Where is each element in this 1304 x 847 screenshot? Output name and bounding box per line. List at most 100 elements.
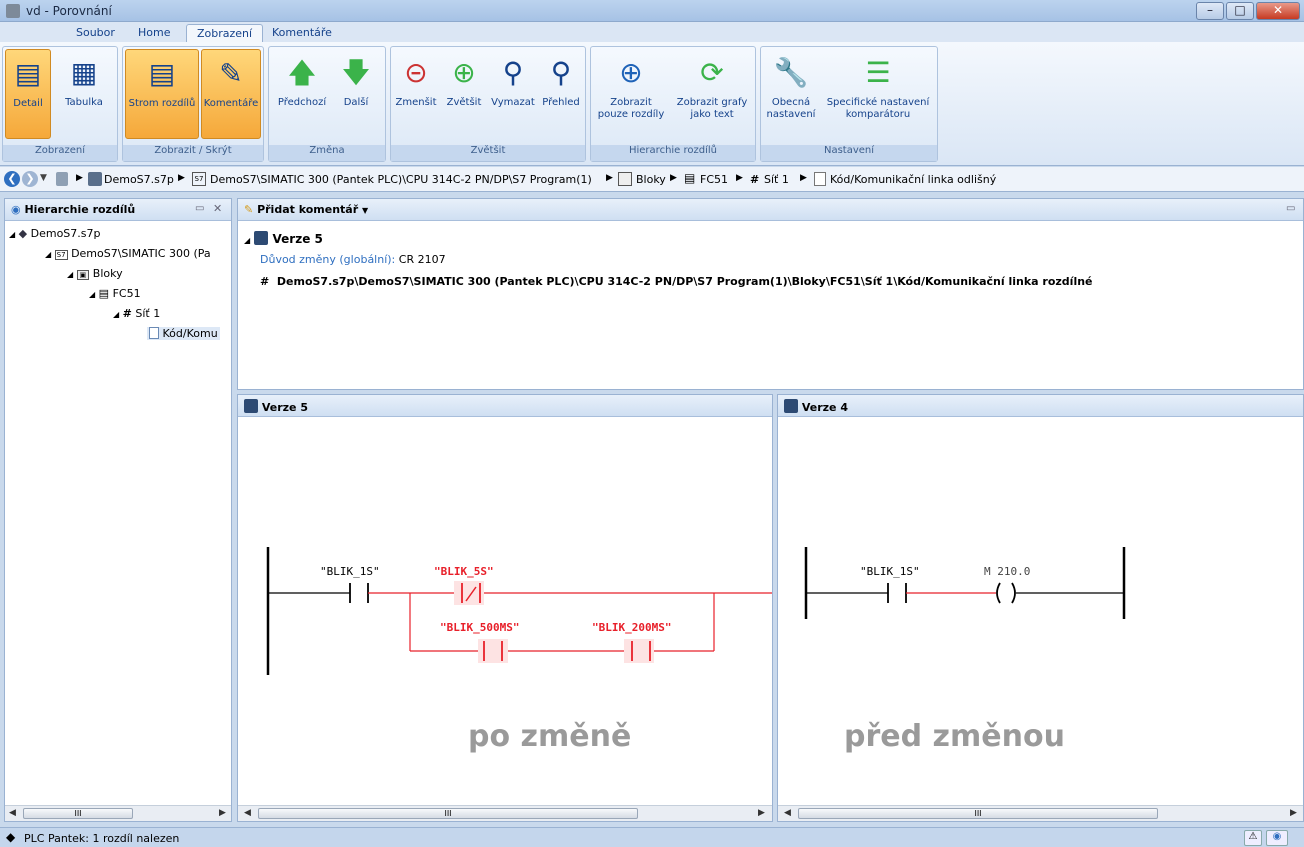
expand-icon[interactable]: ◢ [244,236,250,245]
scroll-thumb[interactable]: III [258,808,638,819]
detail-button[interactable]: ▤ Detail [5,49,51,139]
wrench-icon: 🔧 [773,56,809,89]
tab-zobrazeni[interactable]: Zobrazení [186,24,264,42]
reason-label: Důvod změny (globální): [260,253,396,266]
chevron-down-icon[interactable]: ▼ [362,206,368,215]
tabulka-button[interactable]: ▦ Tabulka [53,49,115,139]
scroll-thumb[interactable]: III [23,808,133,819]
crumb-separator-icon: ▶ [606,173,613,183]
diff-path-row[interactable]: # DemoS7.s7p\DemoS7\SIMATIC 300 (Pantek … [260,275,1093,288]
scroll-left-icon[interactable]: ◀ [9,808,16,818]
group-nastaveni: 🔧 Obecná nastavení ☰ Specifické nastavení ko… [760,46,938,162]
station-icon: S7 [192,172,206,186]
scroll-left-icon[interactable]: ◀ [244,808,251,818]
comment-pane-header: ✎ Přidat komentář ▼ [238,199,1303,221]
diff-highlight [478,639,508,663]
obecna-nastaveni-button[interactable]: 🔧 Obecná nastavení [763,49,819,139]
version-label: Verze 5 [272,232,323,246]
zvetsit-button[interactable]: ⊕ Zvětšit [441,49,487,139]
status-bar: ◆ PLC Pantek: 1 rozdíl nalezen ⚠ ◉ [0,827,1304,847]
crumb-separator-icon: ▶ [670,173,677,183]
forward-icon[interactable]: ❯ [22,171,38,187]
hierarchy-pane: ◉ Hierarchie rozdílů ▭ ✕ ◢ ◆ DemoS7.s7p … [4,198,232,822]
diff-toggle-icon[interactable]: ◉ [1266,830,1288,846]
arrow-up-icon: 🡅 [287,56,317,89]
scroll-right-icon[interactable]: ▶ [219,808,226,818]
scroll-right-icon[interactable]: ▶ [758,808,765,818]
pin-icon[interactable]: ▭ [195,203,204,214]
close-pane-icon[interactable]: ✕ [213,202,222,215]
warning-icon[interactable]: ⚠ [1244,830,1262,846]
group-hierarchie: ⊕ Zobrazit pouze rozdíly ⟳ Zobrazit grafy ja… [590,46,756,162]
group-label: Nastavení [761,145,937,161]
back-icon[interactable]: ❮ [4,171,20,187]
crumb-separator-icon: ▶ [178,173,185,183]
ladder-new-hscrollbar[interactable]: ◀ III ▶ [238,805,772,821]
detail-icon: ▤ [14,57,42,90]
maximize-button[interactable]: □ [1226,2,1254,20]
predchozi-button[interactable]: 🡅 Předchozí [273,49,331,139]
zobrazit-pouze-rozdily-button[interactable]: ⊕ Zobrazit pouze rozdíly [593,49,669,139]
group-label: Změna [269,145,385,161]
reason-row: Důvod změny (globální): CR 2107 [260,253,446,266]
version-row[interactable]: ◢ Verze 5 [244,231,323,246]
history-dropdown-icon[interactable]: ▼ [40,173,47,183]
tab-soubor[interactable]: Soubor [66,24,125,42]
pin-icon[interactable]: ▭ [1286,203,1295,214]
label-m210: M 210.0 [984,565,1031,578]
settings-icon: ☰ [865,56,891,89]
crumb-separator-icon: ▶ [736,173,743,183]
minimize-button[interactable]: – [1196,2,1224,20]
table-icon: ▦ [70,56,98,89]
document-icon [149,327,159,339]
zmensit-button[interactable]: ⊝ Zmenšit [393,49,439,139]
hierarchy-pane-title: Hierarchie rozdílů [24,203,136,216]
add-comment-button[interactable]: Přidat komentář [257,203,358,216]
coil-m210[interactable] [996,582,1001,604]
group-zobrazeni: ▤ Detail ▦ Tabulka Zobrazení [2,46,118,162]
save-icon [244,399,258,413]
strom-rozdilu-button[interactable]: ▤ Strom rozdílů [125,49,199,139]
tree-node-sit[interactable]: ◢ # Síť 1 [113,307,160,320]
crumb-sit[interactable]: Síť 1 [764,173,789,186]
tree-icon: ▤ [148,57,176,90]
status-text: PLC Pantek: 1 rozdíl nalezen [24,832,180,845]
hierarchy-hscrollbar[interactable]: ◀ III ▶ [5,805,231,821]
crumb-bloky[interactable]: Bloky [636,173,666,186]
tree-node-station[interactable]: ◢ S7 DemoS7\SIMATIC 300 (Pa [45,247,211,260]
crumb-project[interactable]: DemoS7.s7p [104,173,174,186]
close-button[interactable]: ✕ [1256,2,1300,20]
komentare-button[interactable]: ✎ Komentáře [201,49,261,139]
scroll-thumb[interactable]: III [798,808,1158,819]
overview-icon: ⚲ [550,56,572,89]
tree-node-kod[interactable]: Kód/Komu [147,327,220,340]
vymazat-button[interactable]: ⚲ Vymazat [489,49,537,139]
tree-node-fc51[interactable]: ◢ ▤ FC51 [89,287,141,300]
tree-node-project[interactable]: ◢ ◆ DemoS7.s7p [9,227,101,240]
scroll-left-icon[interactable]: ◀ [784,808,791,818]
ladder-old-hscrollbar[interactable]: ◀ III ▶ [778,805,1303,821]
dalsi-button[interactable]: 🡇 Další [331,49,381,139]
crumb-fc51[interactable]: FC51 [700,173,728,186]
specificke-nastaveni-button[interactable]: ☰ Specifické nastavení komparátoru [821,49,935,139]
group-zobrazit-skryt: ▤ Strom rozdílů ✎ Komentáře Zobrazit / Skr… [122,46,264,162]
database-icon[interactable] [56,172,68,186]
zobrazit-grafy-button[interactable]: ⟳ Zobrazit grafy jako text [671,49,753,139]
ribbon: ▤ Detail ▦ Tabulka Zobrazení ▤ Strom rozdíl… [0,42,1304,166]
blocks-icon: ▣ [76,270,90,280]
blocks-icon [618,172,632,186]
project-icon [88,172,102,186]
crumb-kod[interactable]: Kód/Komunikační linka odlišný [830,173,996,186]
tree-node-bloky[interactable]: ◢ ▣ Bloky [67,267,123,280]
group-label: Zobrazit / Skrýt [123,145,263,161]
prehled-button[interactable]: ⚲ Přehled [539,49,583,139]
save-icon [784,399,798,413]
tab-komentare[interactable]: Komentáře [262,24,342,42]
hierarchy-icon: ◉ [11,203,21,216]
network-icon: # [260,275,270,288]
crumb-program[interactable]: DemoS7\SIMATIC 300 (Pantek PLC)\CPU 314C… [210,173,592,186]
scroll-right-icon[interactable]: ▶ [1290,808,1297,818]
tab-home[interactable]: Home [128,24,180,42]
diff-path: DemoS7.s7p\DemoS7\SIMATIC 300 (Pantek PL… [276,275,1093,288]
label-blik-1s: "BLIK_1S" [860,565,920,578]
